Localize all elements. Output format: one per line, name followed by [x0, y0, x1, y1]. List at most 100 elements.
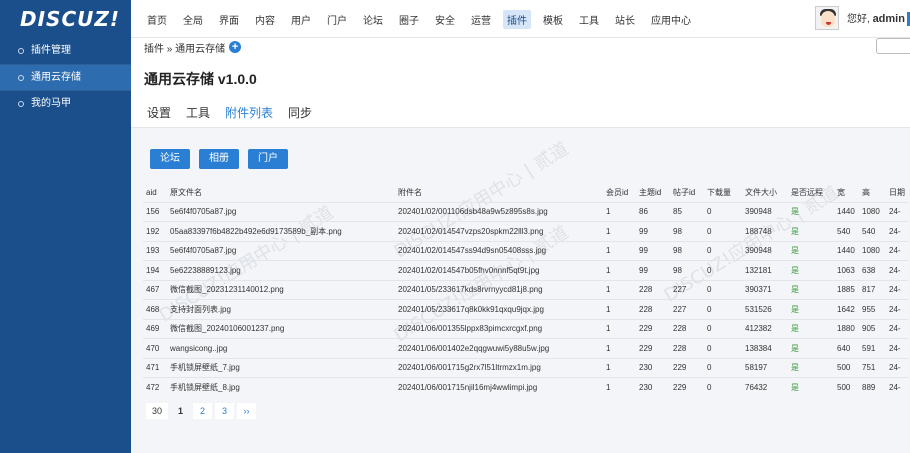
- nav-item[interactable]: 模板: [539, 10, 567, 29]
- table-cell: 98: [670, 240, 704, 261]
- table-cell: 99: [636, 240, 670, 261]
- table-cell: 1: [603, 260, 636, 280]
- breadcrumb-text: 插件 » 通用云存储: [144, 43, 226, 55]
- table-cell: 227: [670, 299, 704, 319]
- column-header: 帖子id: [673, 188, 696, 198]
- column-header: 高: [862, 188, 870, 198]
- table-cell: 手机锁屏壁纸_8.jpg: [167, 377, 395, 397]
- table-cell: 24-: [886, 240, 908, 261]
- table-cell: 是: [788, 299, 834, 319]
- table-cell: 202401/02/014547vzps20spkm22lll3.png: [395, 221, 603, 241]
- circle-bullet-icon: [18, 48, 24, 54]
- table-cell: 228: [670, 318, 704, 339]
- sidebar-item[interactable]: 通用云存储: [0, 64, 131, 90]
- table-cell: 0: [704, 260, 742, 280]
- sidebar-item-label: 插件管理: [31, 45, 71, 56]
- type-button[interactable]: 门户: [248, 149, 288, 169]
- table-cell: 支持封面列表.jpg: [167, 299, 395, 319]
- top-bar: DISCUZ! 首页 全局 界面 内容 用户 门户 论坛 圈子 安全 运营 插件 模板 工具 站长 应用中心…: [0, 0, 910, 38]
- nav-item[interactable]: 内容: [251, 10, 279, 29]
- table-row: 156 5e6f4f0705a87.jpg 202401/02/001106dsb4…: [143, 201, 908, 222]
- table-cell: 1885: [834, 279, 859, 300]
- table-cell: 1: [603, 377, 636, 397]
- table-cell: 751: [859, 357, 886, 378]
- sidebar-item-label: 我的马甲: [31, 97, 71, 109]
- table-cell: 是: [788, 377, 834, 397]
- table-cell: 是: [788, 240, 834, 261]
- table-row: 470 wangsicong..jpg 202401/06/001402e2qqgw…: [143, 338, 908, 358]
- column-header: 主题id: [639, 188, 662, 198]
- type-button[interactable]: 论坛: [150, 149, 190, 169]
- avatar[interactable]: [815, 6, 839, 30]
- table-cell: 202401/06/001355lppx83pimcxrcgxf.png: [395, 318, 603, 339]
- table-cell: 955: [859, 299, 886, 319]
- table-cell: 202401/05/233617q8k0kk91qxqu9jqx.jpg: [395, 299, 603, 319]
- table-cell: 468: [143, 299, 167, 319]
- type-button[interactable]: 相册: [199, 149, 239, 169]
- sidebar-item[interactable]: 插件管理: [0, 38, 131, 64]
- table-cell: 5e6f4f0705a87.jpg: [167, 201, 395, 222]
- pager-next-link[interactable]: ››: [237, 403, 257, 419]
- table-cell: 1880: [834, 318, 859, 339]
- nav-item[interactable]: 圈子: [395, 10, 423, 29]
- nav-item[interactable]: 应用中心: [647, 10, 695, 29]
- column-header: 是否远程: [791, 188, 823, 198]
- table-cell: 1: [603, 318, 636, 339]
- user-area: 您好, admin: [815, 6, 910, 30]
- table-cell: 228: [636, 299, 670, 319]
- table-cell: 是: [788, 260, 834, 280]
- table-cell: 540: [834, 221, 859, 241]
- column-header: 附件名: [398, 188, 422, 198]
- pager-page-link[interactable]: 3: [215, 403, 235, 419]
- discuz-logo[interactable]: DISCUZ!: [0, 0, 131, 38]
- table-cell: 76432: [742, 377, 788, 397]
- sidebar-item[interactable]: 我的马甲: [0, 90, 131, 116]
- table-cell: 是: [788, 357, 834, 378]
- nav-item[interactable]: 插件: [503, 9, 531, 29]
- table-cell: 227: [670, 279, 704, 300]
- table-header-row: aid 原文件名 附件名 会员id 主题id 帖子id 下载量 文件大小 是否远程 宽 高 日期: [143, 184, 908, 202]
- table-row: 472 手机锁屏壁纸_8.jpg 202401/06/001715njil16mj4…: [143, 377, 908, 397]
- breadcrumb: 插件 » 通用云存储 +: [144, 40, 242, 55]
- table-cell: 0: [704, 279, 742, 300]
- table-row: 194 5e62238889123.jpg 202401/02/014547b05f…: [143, 260, 908, 280]
- nav-item[interactable]: 用户: [287, 10, 315, 29]
- user-name[interactable]: admin: [873, 13, 905, 25]
- table-row: 192 05aa83397f6b4822b492e6d9173589b_副本.pn…: [143, 221, 908, 241]
- nav-item[interactable]: 运营: [467, 10, 495, 29]
- table-cell: 500: [834, 377, 859, 397]
- table-cell: 228: [670, 338, 704, 358]
- nav-item[interactable]: 全局: [179, 10, 207, 29]
- table-cell: 99: [636, 260, 670, 280]
- table-cell: 591: [859, 338, 886, 358]
- table-cell: 1: [603, 221, 636, 241]
- table-cell: 638: [859, 260, 886, 280]
- search-input[interactable]: [876, 38, 910, 54]
- nav-item[interactable]: 首页: [143, 10, 171, 29]
- nav-item[interactable]: 界面: [215, 10, 243, 29]
- nav-item[interactable]: 论坛: [359, 10, 387, 29]
- table-cell: 1: [603, 357, 636, 378]
- table-cell: 24-: [886, 318, 908, 339]
- table-cell: 5e62238889123.jpg: [167, 260, 395, 280]
- table-cell: 98: [670, 221, 704, 241]
- table-cell: 156: [143, 201, 167, 222]
- page-title: 通用云存储 v1.0.0: [144, 71, 257, 87]
- table-cell: 1063: [834, 260, 859, 280]
- table-cell: 202401/02/001106dsb48a9w5z895s8s.jpg: [395, 201, 603, 222]
- table-cell: 640: [834, 338, 859, 358]
- circle-bullet-icon: [18, 100, 24, 107]
- pager-page-link: 1: [178, 406, 184, 416]
- pager-page-link[interactable]: 2: [193, 403, 213, 419]
- table-cell: 是: [788, 221, 834, 241]
- main-nav: 首页 全局 界面 内容 用户 门户 论坛 圈子 安全 运营 插件 模板 工具 站长 应用中心: [143, 0, 703, 38]
- column-header: 原文件名: [170, 188, 202, 198]
- nav-item[interactable]: 门户: [323, 10, 351, 29]
- nav-item[interactable]: 工具: [575, 10, 603, 29]
- table-cell: 193: [143, 240, 167, 261]
- nav-item[interactable]: 站长: [611, 10, 639, 29]
- add-shortcut-plus-icon[interactable]: +: [229, 41, 242, 53]
- table-cell: 1: [603, 240, 636, 261]
- table-cell: 230: [636, 377, 670, 397]
- nav-item[interactable]: 安全: [431, 10, 459, 29]
